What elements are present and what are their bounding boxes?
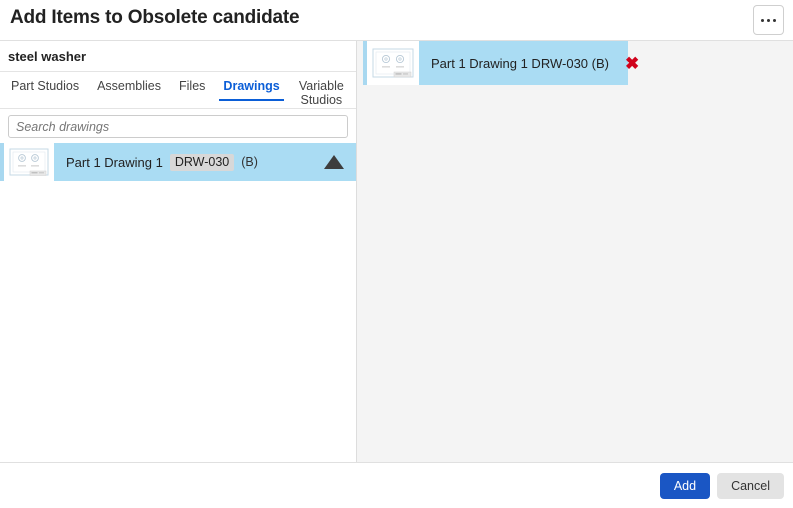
dialog-titlebar: Add Items to Obsolete candidate (0, 0, 793, 41)
dialog-footer: Add Cancel (0, 462, 793, 508)
selected-item-content: Part 1 Drawing 1 DRW-030 (B) ✖ (419, 41, 639, 85)
overflow-menu-icon (761, 18, 776, 22)
tab-variable-studios[interactable]: Variable Studios (298, 72, 345, 107)
element-type-tabs: Part Studios Assemblies Files Drawings V… (0, 72, 356, 109)
drawing-thumbnail-icon (367, 41, 419, 85)
drawings-result-list: Part 1 Drawing 1 DRW-030 (B) (0, 143, 356, 462)
add-items-dialog: Add Items to Obsolete candidate steel wa… (0, 0, 793, 508)
tab-part-studios[interactable]: Part Studios (11, 72, 79, 93)
row-content: Part 1 Drawing 1 DRW-030 (B) (54, 143, 356, 181)
dialog-body: steel washer Part Studios Assemblies Fil… (0, 41, 793, 462)
document-name-header: steel washer (0, 41, 356, 72)
search-input[interactable] (8, 115, 348, 138)
overflow-menu-button[interactable] (753, 5, 784, 35)
tab-files[interactable]: Files (179, 72, 205, 93)
document-name: steel washer (8, 48, 87, 64)
close-x-icon[interactable]: ✖ (625, 55, 639, 72)
search-container (0, 109, 356, 143)
dialog-title: Add Items to Obsolete candidate (10, 7, 300, 28)
selected-items-panel: Part 1 Drawing 1 DRW-030 (B) ✖ (357, 41, 793, 462)
drawing-thumbnail-icon (4, 143, 54, 181)
cancel-button[interactable]: Cancel (717, 472, 784, 499)
tab-assemblies[interactable]: Assemblies (97, 72, 161, 93)
list-item[interactable]: Part 1 Drawing 1 DRW-030 (B) ✖ (363, 41, 639, 85)
table-row[interactable]: Part 1 Drawing 1 DRW-030 (B) (0, 143, 356, 181)
browse-panel: steel washer Part Studios Assemblies Fil… (0, 41, 357, 462)
add-button[interactable]: Add (659, 472, 711, 499)
triangle-up-icon[interactable] (324, 155, 344, 169)
part-number-badge: DRW-030 (169, 153, 235, 171)
revision-label: (B) (241, 155, 258, 169)
selected-items-list: Part 1 Drawing 1 DRW-030 (B) ✖ (357, 41, 793, 85)
selected-item-label: Part 1 Drawing 1 DRW-030 (B) (431, 55, 609, 71)
tab-drawings[interactable]: Drawings (219, 72, 284, 101)
drawing-name: Part 1 Drawing 1 (66, 154, 163, 170)
